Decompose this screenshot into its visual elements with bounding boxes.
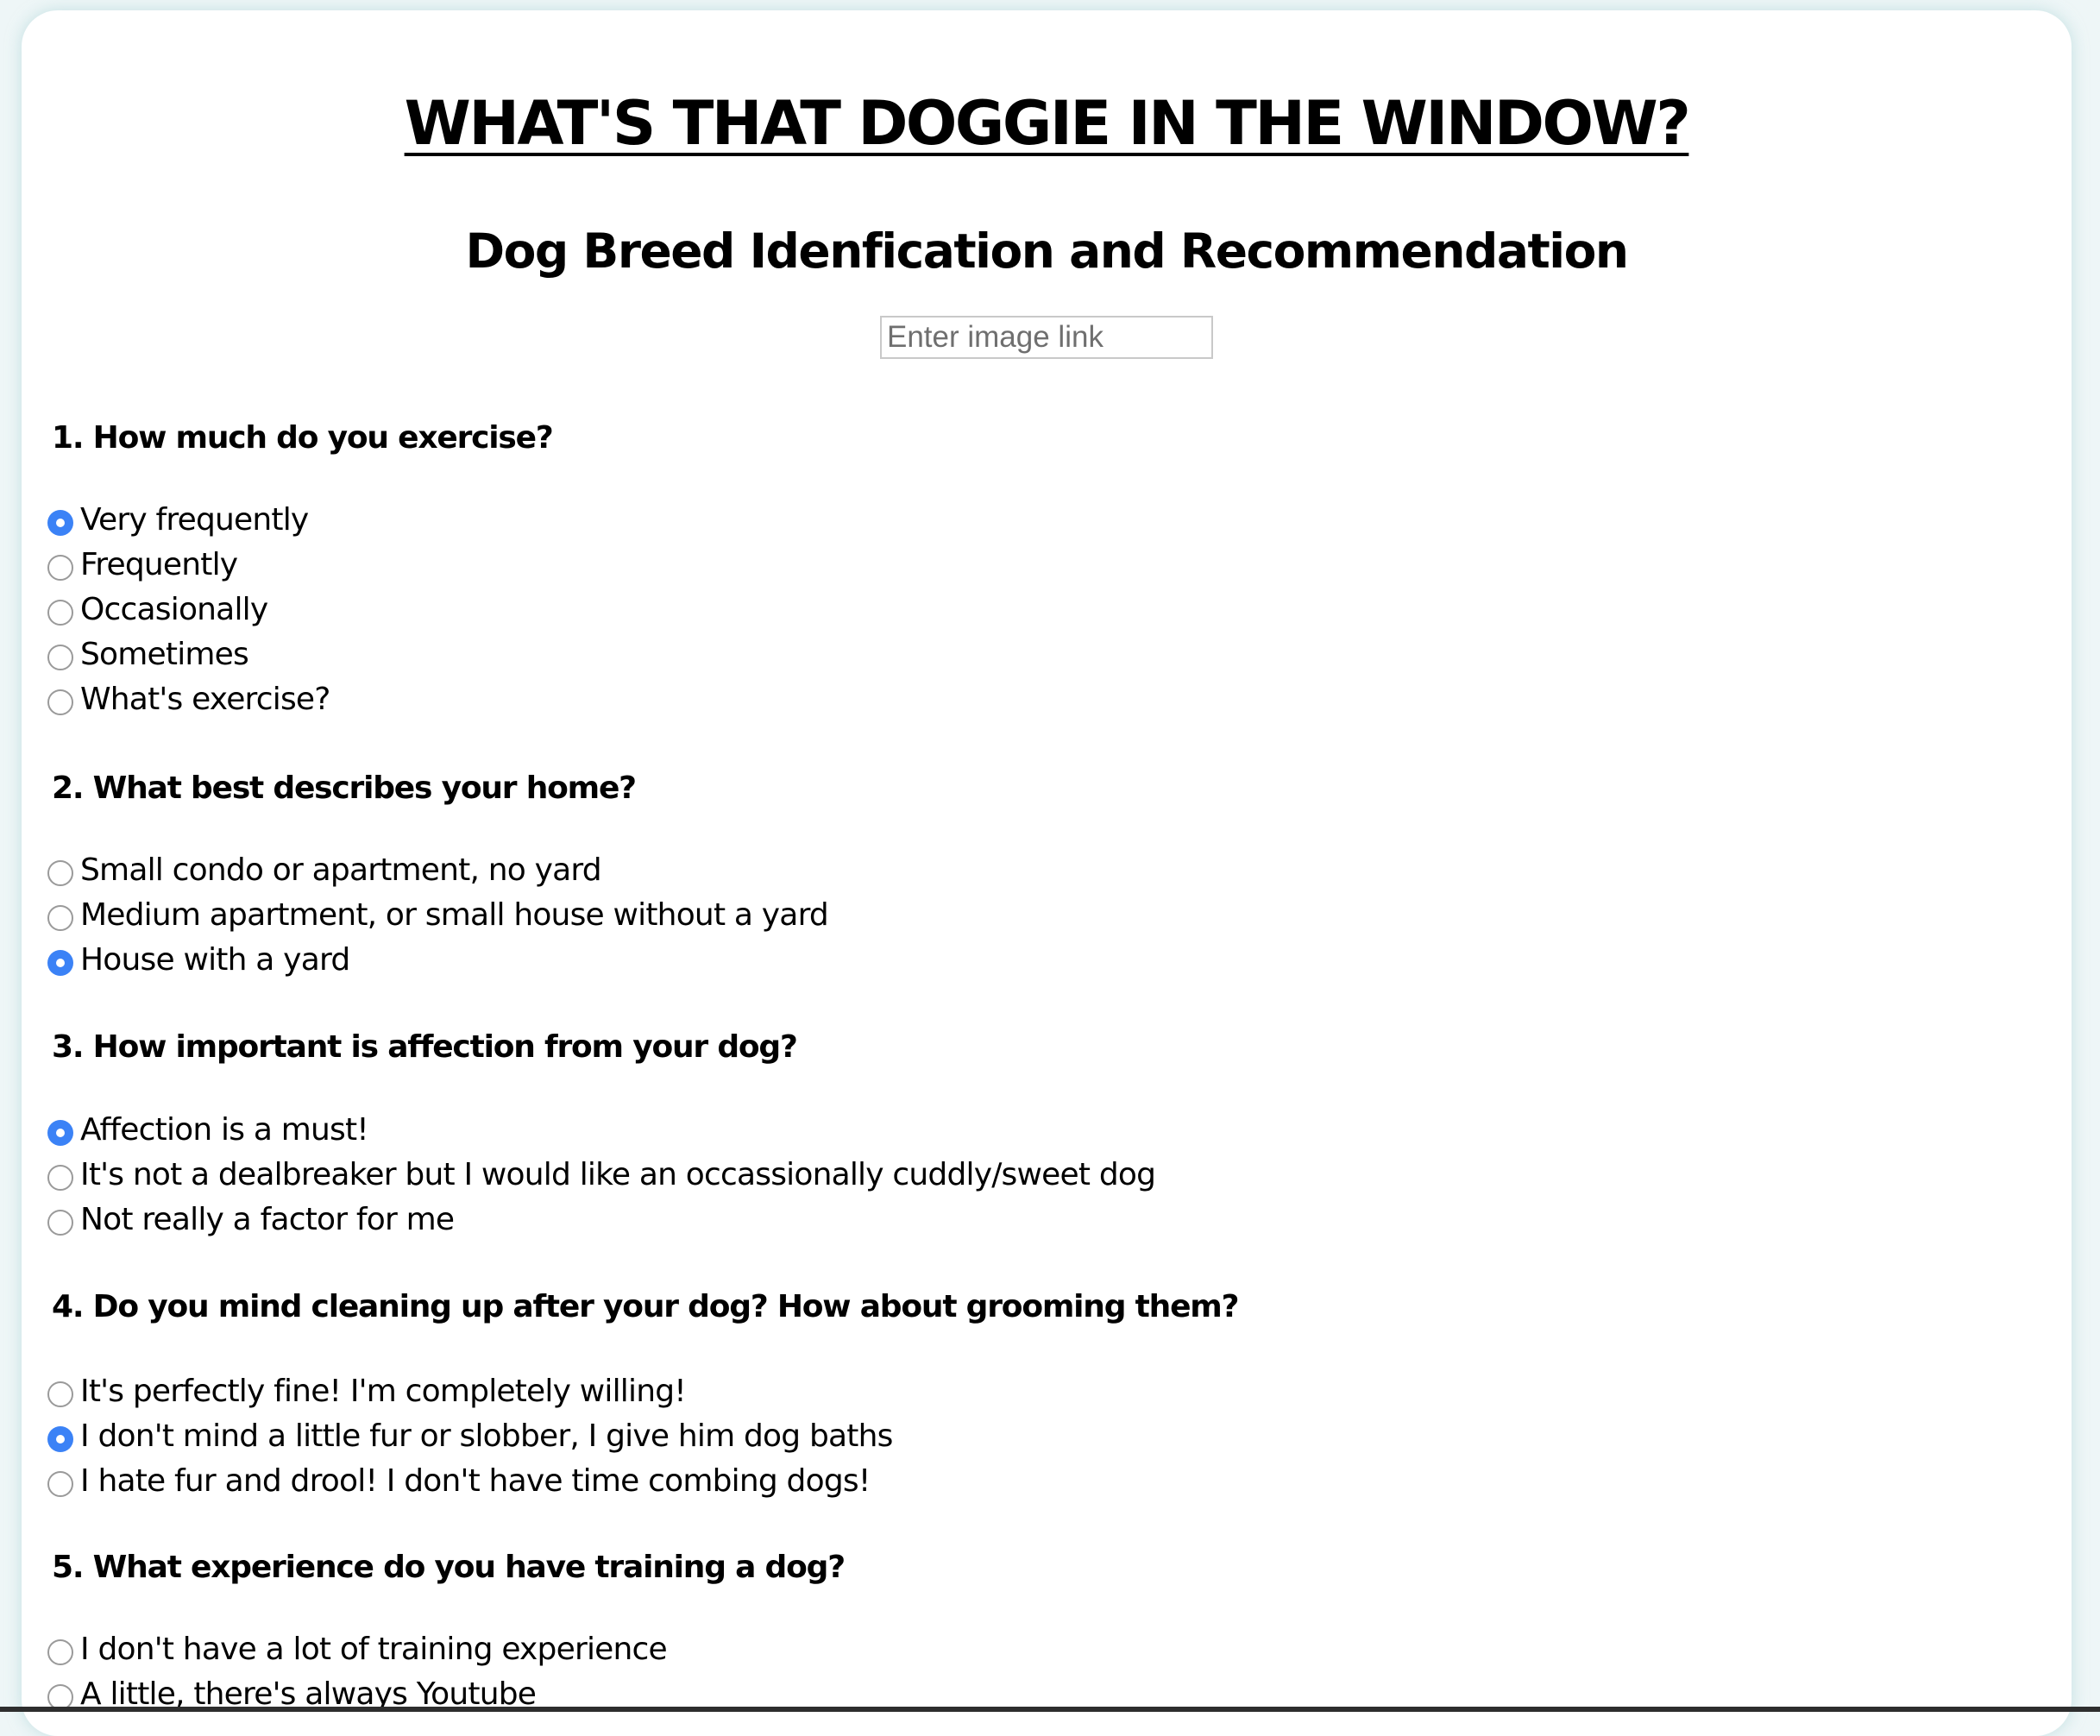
q4-option-perfectly-fine[interactable]: It's perfectly fine! I'm completely will… bbox=[47, 1369, 687, 1414]
question-4-heading: 4. Do you mind cleaning up after your do… bbox=[52, 1289, 1239, 1324]
option-label: What's exercise? bbox=[80, 682, 330, 717]
page-title: WHAT'S THAT DOGGIE IN THE WINDOW? bbox=[404, 88, 1691, 159]
option-label: I hate fur and drool! I don't have time … bbox=[80, 1463, 871, 1499]
window-bottom-edge bbox=[0, 1707, 2100, 1712]
q3-option-affection-must[interactable]: Affection is a must! bbox=[47, 1108, 369, 1153]
option-label: Frequently bbox=[80, 547, 238, 582]
q4-option-dont-mind-fur[interactable]: I don't mind a little fur or slobber, I … bbox=[47, 1414, 893, 1459]
radio-button[interactable] bbox=[47, 600, 73, 626]
question-1-heading: 1. How much do you exercise? bbox=[52, 420, 554, 456]
q3-option-not-a-factor[interactable]: Not really a factor for me bbox=[47, 1198, 455, 1242]
q1-option-whats-exercise[interactable]: What's exercise? bbox=[47, 677, 330, 722]
radio-button[interactable] bbox=[47, 645, 73, 670]
option-label: Medium apartment, or small house without… bbox=[80, 897, 829, 933]
option-label: Very frequently bbox=[80, 502, 309, 538]
radio-button[interactable] bbox=[47, 555, 73, 581]
q1-option-sometimes[interactable]: Sometimes bbox=[47, 632, 249, 677]
q2-option-house-with-yard[interactable]: House with a yard bbox=[47, 938, 350, 983]
option-label: I don't have a lot of training experienc… bbox=[80, 1632, 668, 1667]
option-label: Not really a factor for me bbox=[80, 1202, 455, 1237]
option-label: Occasionally bbox=[80, 592, 268, 627]
radio-button[interactable] bbox=[47, 1639, 73, 1665]
q1-option-occasionally[interactable]: Occasionally bbox=[47, 588, 268, 632]
radio-button[interactable] bbox=[47, 1120, 73, 1146]
q2-option-small-condo[interactable]: Small condo or apartment, no yard bbox=[47, 848, 602, 893]
radio-button[interactable] bbox=[47, 1381, 73, 1407]
question-2-heading: 2. What best describes your home? bbox=[52, 771, 637, 806]
question-5-heading: 5. What experience do you have training … bbox=[52, 1550, 846, 1585]
radio-button[interactable] bbox=[47, 1471, 73, 1497]
radio-button[interactable] bbox=[47, 510, 73, 536]
image-link-input[interactable] bbox=[880, 316, 1213, 359]
option-label: Affection is a must! bbox=[80, 1112, 369, 1148]
option-label: Sometimes bbox=[80, 637, 249, 672]
option-label: It's not a dealbreaker but I would like … bbox=[80, 1157, 1156, 1192]
questionnaire-card: WHAT'S THAT DOGGIE IN THE WINDOW? Dog Br… bbox=[22, 10, 2072, 1736]
page-subtitle: Dog Breed Idenfication and Recommendatio… bbox=[465, 223, 1629, 279]
radio-button[interactable] bbox=[47, 1210, 73, 1236]
q3-option-not-dealbreaker[interactable]: It's not a dealbreaker but I would like … bbox=[47, 1153, 1156, 1198]
question-3-heading: 3. How important is affection from your … bbox=[52, 1029, 798, 1065]
radio-button[interactable] bbox=[47, 689, 73, 715]
radio-button[interactable] bbox=[47, 905, 73, 931]
q4-option-hate-fur[interactable]: I hate fur and drool! I don't have time … bbox=[47, 1459, 871, 1504]
option-label: It's perfectly fine! I'm completely will… bbox=[80, 1374, 687, 1409]
option-label: A little, there's always Youtube bbox=[80, 1676, 537, 1712]
radio-button[interactable] bbox=[47, 950, 73, 976]
option-label: I don't mind a little fur or slobber, I … bbox=[80, 1418, 893, 1454]
radio-button[interactable] bbox=[47, 1165, 73, 1191]
q1-option-frequently[interactable]: Frequently bbox=[47, 543, 238, 588]
q1-option-very-frequently[interactable]: Very frequently bbox=[47, 498, 309, 543]
option-label: Small condo or apartment, no yard bbox=[80, 852, 602, 888]
option-label: House with a yard bbox=[80, 942, 350, 978]
radio-button[interactable] bbox=[47, 860, 73, 886]
q2-option-medium-apartment[interactable]: Medium apartment, or small house without… bbox=[47, 893, 829, 938]
q5-option-not-much-experience[interactable]: I don't have a lot of training experienc… bbox=[47, 1627, 668, 1672]
radio-button[interactable] bbox=[47, 1426, 73, 1452]
